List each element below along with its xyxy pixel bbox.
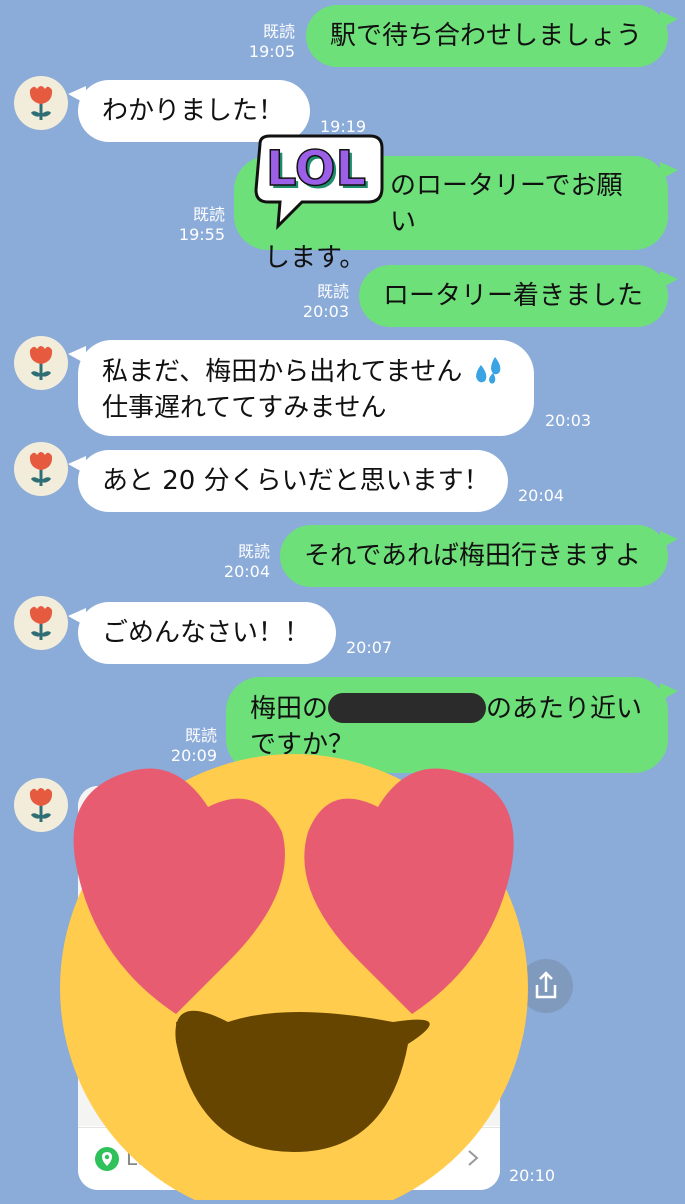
avatar[interactable]	[14, 76, 68, 130]
message-text: 駅で待ち合わせしましょう	[330, 21, 643, 51]
avatar[interactable]	[14, 442, 68, 496]
sweat-drops-icon	[475, 357, 500, 384]
read-meta: 既読 20:03	[303, 282, 349, 322]
message-bubble-outgoing[interactable]: ロータリー着きました	[359, 265, 678, 327]
read-label: 既読	[184, 726, 217, 745]
message-text-line: 梅田の のあたり近い	[250, 691, 644, 727]
message-text: それであれば梅田行きますよ	[304, 541, 641, 571]
read-meta: 既読 19:05	[249, 22, 295, 62]
avatar[interactable]	[14, 336, 68, 390]
message-bubble-outgoing[interactable]: 駅で待ち合わせしましょう	[306, 5, 678, 67]
message-bubble-outgoing[interactable]: それであれば梅田行きますよ	[280, 525, 678, 587]
message-time: 20:04	[223, 562, 270, 581]
message-text: ロータリー着きました	[383, 281, 644, 311]
message-bubble-incoming[interactable]: あと 20 分くらいだと思います！	[68, 450, 508, 512]
read-label: 既読	[192, 205, 225, 224]
avatar[interactable]	[14, 596, 68, 650]
message-time: 19:05	[248, 42, 295, 61]
read-meta: 既読 19:55	[179, 205, 225, 245]
message-text: あと 20 分くらいだと思います！	[102, 466, 490, 496]
read-label: 既読	[237, 542, 270, 561]
read-label: 既読	[262, 22, 295, 41]
read-label: 既読	[316, 282, 349, 301]
lol-sticker: LOL LOL	[244, 130, 390, 236]
message-text-line: 仕事遅れててすみません	[102, 393, 387, 423]
message-time: 20:04	[518, 486, 565, 505]
message-time: 20:03	[302, 302, 349, 321]
flower-icon	[29, 86, 53, 120]
flower-icon	[29, 606, 53, 640]
heart-eyes-emoji-sticker	[58, 752, 530, 1204]
message-text: ごめんなさい！！	[102, 618, 311, 648]
heart-eyes-emoji-icon	[60, 754, 528, 1204]
redaction-bar	[328, 693, 487, 723]
message-time: 20:03	[545, 411, 592, 430]
message-time: 20:07	[346, 638, 393, 657]
message-text: わかりました！	[102, 96, 285, 126]
flower-icon	[29, 452, 53, 486]
message-text-line: 私まだ、梅田から出れてません	[102, 354, 510, 390]
read-meta: 既読 20:04	[224, 542, 270, 582]
message-bubble-incoming[interactable]: ごめんなさい！！	[68, 602, 336, 664]
flower-icon	[29, 346, 53, 380]
message-text: のあたり近い	[486, 694, 643, 724]
lol-text: LOL	[266, 141, 366, 197]
message-text: 梅田の	[250, 694, 329, 724]
message-time: 19:55	[178, 225, 225, 244]
message-text: 私まだ、梅田から出れてません	[102, 357, 463, 387]
message-bubble-incoming[interactable]: 私まだ、梅田から出れてません 仕事遅れててすみません	[68, 340, 534, 436]
